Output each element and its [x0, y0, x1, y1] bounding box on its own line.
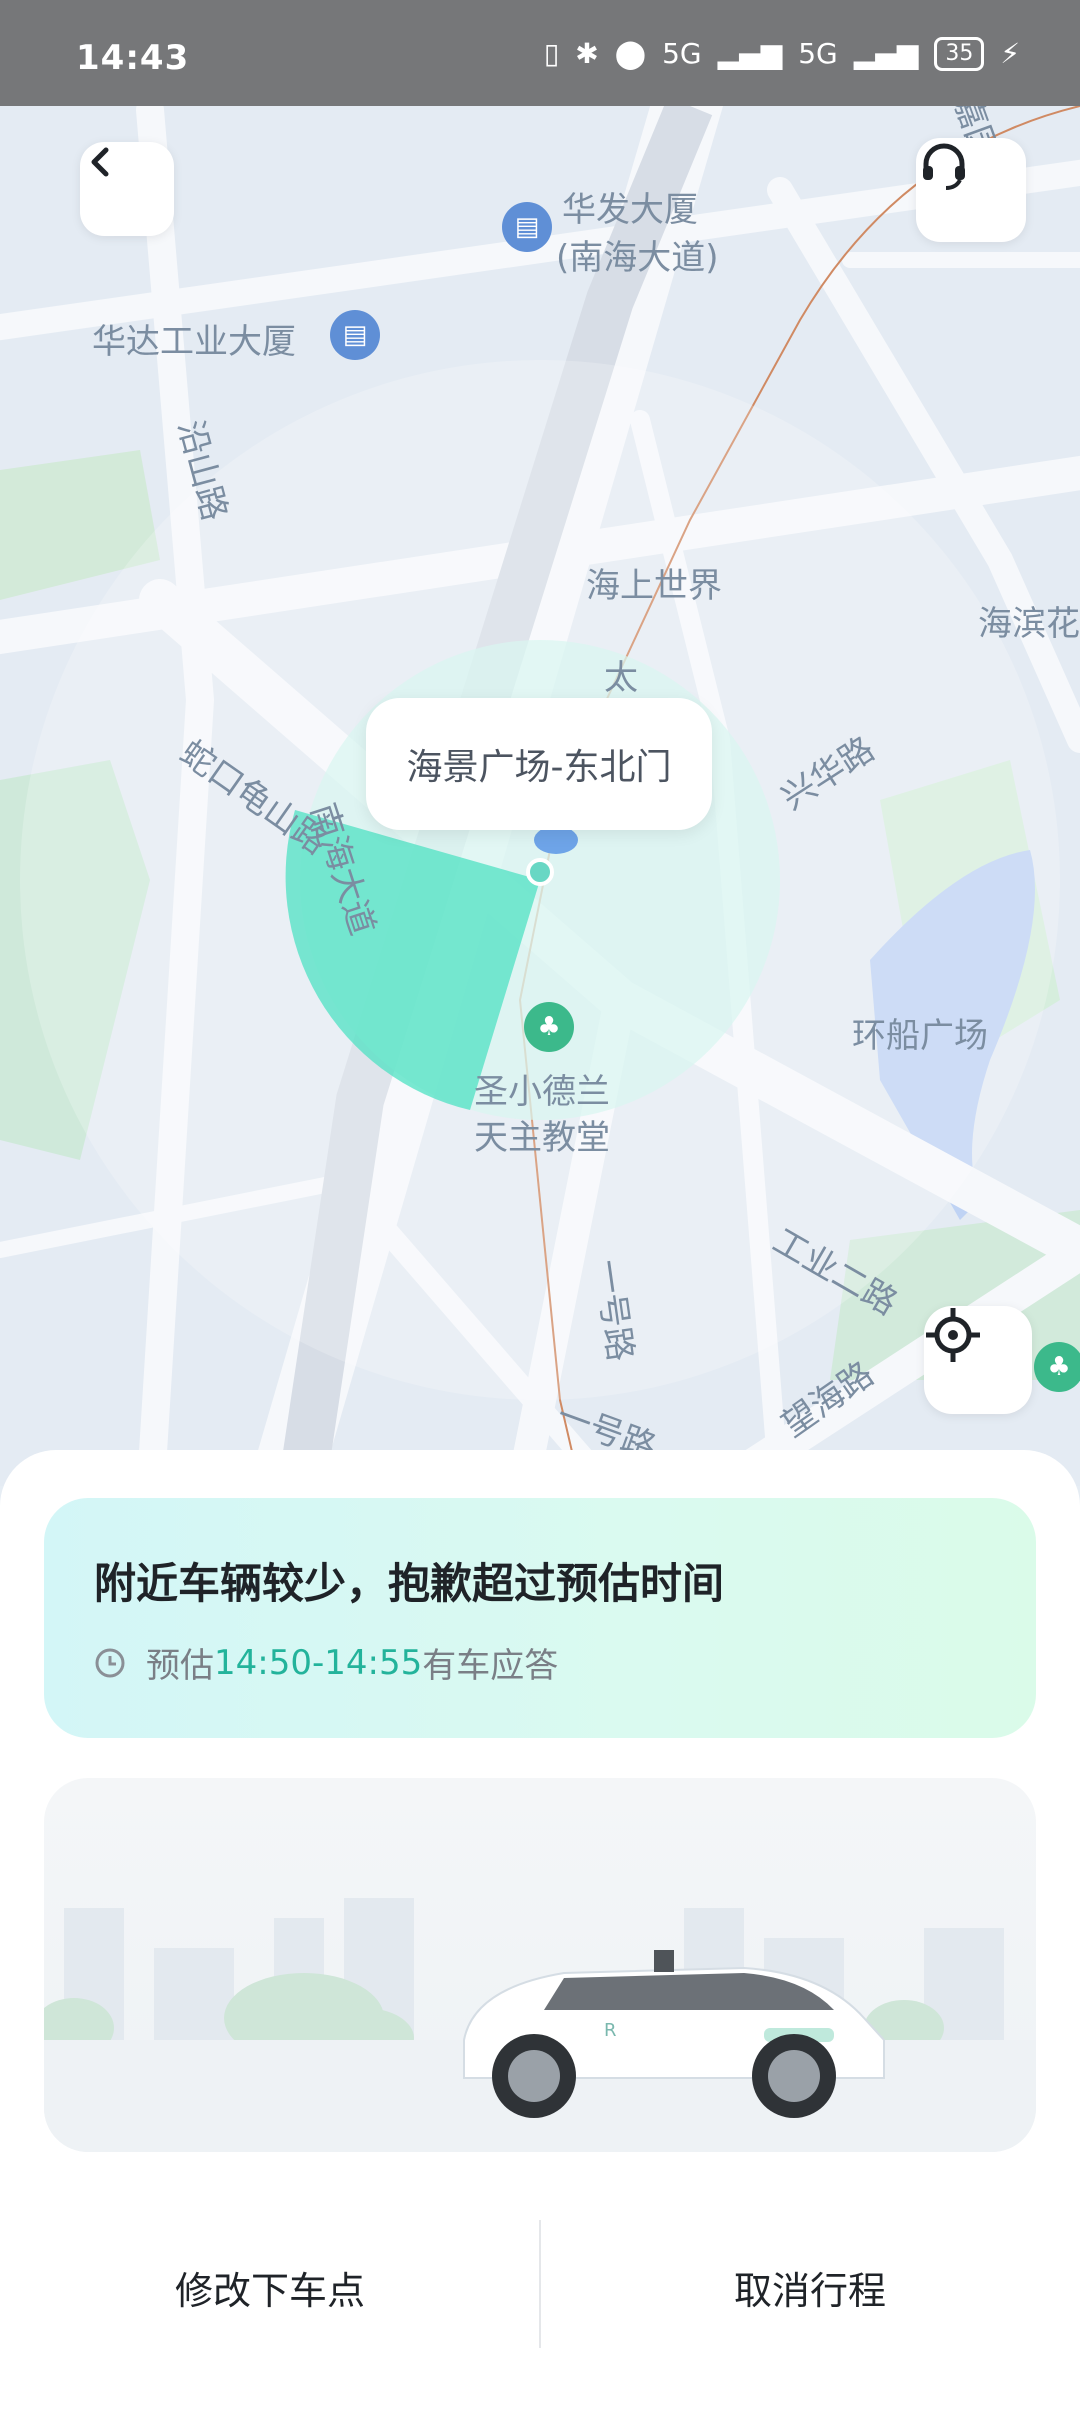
eta-subtitle: 预估 14:50-14:55 有车应答 — [94, 1638, 558, 1687]
chevron-left-icon — [91, 147, 109, 177]
map-label-huafa-sub: (南海大道) — [556, 238, 719, 278]
map-label-haibin: 海滨花 — [978, 604, 1080, 644]
map-label-haishang: 海上世界 — [586, 566, 722, 606]
current-location-dot — [526, 858, 554, 886]
location-icon: ⬤ — [614, 37, 647, 70]
cancel-trip-button[interactable]: 取消行程 — [540, 2212, 1080, 2362]
vehicle-illustration-card: R — [44, 1778, 1036, 2152]
status-icons: ▯ ✱ ⬤ 5G ▂▄▆ 5G ▂▄▆ 35 ⚡ — [544, 36, 1020, 72]
eta-prefix: 预估 — [146, 1646, 214, 1686]
tree-icon-2: ♣ — [1034, 1342, 1080, 1392]
pickup-pin-dot — [534, 826, 578, 854]
map-label-huafa: 华发大厦 — [562, 190, 698, 230]
map-label-shengxiao-1: 圣小德兰 — [474, 1072, 610, 1112]
signal-5g-icon: 5G — [662, 37, 702, 70]
signal-bars-icon: ▂▄▆ — [717, 37, 783, 70]
crosshair-icon — [926, 1308, 980, 1362]
status-time: 14:43 — [76, 38, 190, 78]
vibrate-icon: ▯ — [543, 37, 560, 70]
headset-icon — [923, 143, 965, 190]
signal-bars-icon-2: ▂▄▆ — [853, 37, 919, 70]
building-icon-2: ▤ — [330, 310, 380, 360]
tree-icon: ♣ — [524, 1002, 574, 1052]
charging-icon: ⚡ — [1000, 37, 1020, 70]
back-button[interactable] — [80, 142, 174, 236]
battery-icon: 35 — [934, 37, 985, 71]
map-label-huada: 华达工业大厦 — [92, 322, 296, 362]
action-bar: 修改下车点 取消行程 — [0, 2212, 1080, 2412]
pickup-point-label[interactable]: 海景广场-东北门 — [366, 698, 712, 830]
map-label-shengxiao-2: 天主教堂 — [474, 1118, 610, 1158]
signal-5g-icon-2: 5G — [798, 37, 838, 70]
bluetooth-icon: ✱ — [575, 37, 599, 70]
vehicle-illustration: R — [44, 1898, 1036, 2152]
customer-service-button[interactable] — [916, 138, 1026, 242]
eta-time-range: 14:50-14:55 — [214, 1642, 423, 1683]
eta-suffix: 有车应答 — [422, 1646, 559, 1686]
locate-me-button[interactable] — [924, 1306, 1032, 1414]
clock-icon — [95, 1648, 125, 1677]
map-label-tai: 太 — [604, 658, 638, 698]
eta-card: 附近车辆较少，抱歉超过预估时间 预估 14:50-14:55 有车应答 — [44, 1498, 1036, 1738]
modify-dropoff-button[interactable]: 修改下车点 — [0, 2212, 540, 2362]
building-icon: ▤ — [502, 202, 552, 252]
bottom-sheet: 附近车辆较少，抱歉超过预估时间 预估 14:50-14:55 有车应答 R 修改… — [0, 1450, 1080, 2412]
map-view[interactable]: ▤ 华发大厦 (南海大道) 华达工业大厦 ▤ 沿山路 海上世界 兴华路 海滨花 … — [0, 106, 1080, 1486]
map-label-huanchuan: 环船广场 — [852, 1016, 988, 1056]
svg-text:R: R — [604, 2020, 617, 2041]
eta-title: 附近车辆较少，抱歉超过预估时间 — [94, 1559, 725, 1608]
status-bar: 14:43 ▯ ✱ ⬤ 5G ▂▄▆ 5G ▂▄▆ 35 ⚡ — [0, 0, 1080, 106]
